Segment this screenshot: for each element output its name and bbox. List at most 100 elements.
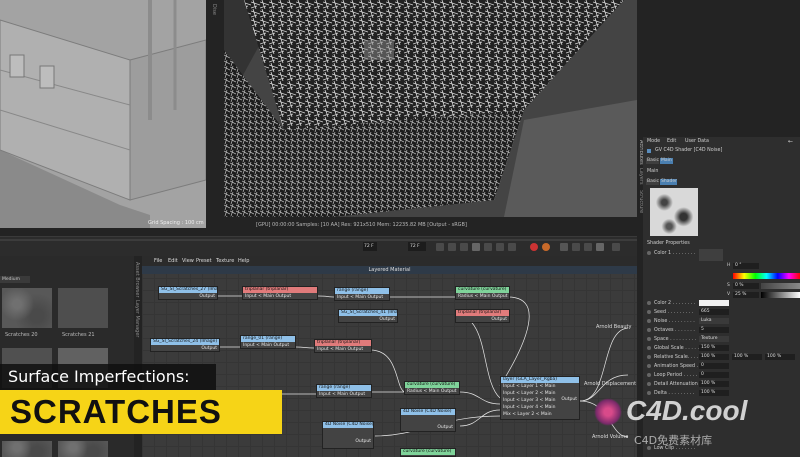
node-range-01[interactable]: range_01 (range) Input < Main Output	[240, 335, 296, 349]
node-port: Output	[491, 317, 507, 322]
tab-basic[interactable]: Basic	[646, 158, 659, 164]
space-dropdown[interactable]: Texture	[699, 336, 729, 342]
node-ports: Radius < Main Output	[458, 294, 508, 299]
node-port: Output	[437, 425, 453, 430]
detail-attenuation-field[interactable]: 100 %	[699, 381, 729, 387]
keyframe-dot-icon[interactable]	[647, 381, 651, 386]
attr-detail-attenuation[interactable]: Detail Attenuation . .	[647, 381, 704, 388]
octaves-field[interactable]: 5	[699, 327, 729, 333]
node-title: curvature (curvature)	[401, 449, 455, 455]
node-image-scratches-24[interactable]: SG_SI_Scratches_24 (Image) Output	[150, 338, 220, 352]
port-arnold-volume[interactable]: Arnold Volume	[592, 434, 628, 440]
attr-loop-period[interactable]: Loop Period . . . . .	[647, 372, 697, 379]
node-triplanar[interactable]: triplanar (triplanar) Input < Main Outpu…	[314, 339, 372, 353]
node-curvature[interactable]: curvature (curvature) Radius < Main Outp…	[455, 286, 510, 300]
node-ports: Radius < Main Output	[407, 389, 457, 394]
attr-animation-speed[interactable]: Animation Speed . .	[647, 363, 701, 370]
attr-label: Loop Period . . . . .	[654, 373, 698, 378]
attr-label: Relative Scale. . . . .	[654, 355, 702, 360]
attr-color2[interactable]: Color 2 . . . . . . . .	[647, 300, 696, 307]
node-layer[interactable]: layer (GLA_Layer_Rgba) Input < Layer 1 <…	[500, 376, 580, 420]
node-output: Output	[561, 397, 577, 402]
attr-relative-scale[interactable]: Relative Scale. . . . .	[647, 354, 702, 361]
relative-scale-x[interactable]: 100 %	[699, 354, 729, 360]
keyframe-dot-icon[interactable]	[647, 345, 651, 350]
attr-label: Space . . . . . . . . .	[654, 337, 697, 342]
attr-seed[interactable]: Seed . . . . . . . . .	[647, 309, 693, 316]
attr-menu-user-data[interactable]: User Data	[685, 138, 709, 145]
node-title: SG_SI_Scratches_27 (Image)	[159, 287, 218, 293]
back-arrow-icon[interactable]: ←	[788, 138, 793, 145]
relative-scale-y[interactable]: 100 %	[732, 354, 762, 360]
node-image-scratches-41[interactable]: SG_SI_Scratches_41 (Image) Output	[338, 309, 398, 323]
node-curvature[interactable]: curvature (curvature)	[400, 448, 456, 457]
node-title: triplanar (triplanar)	[456, 310, 509, 316]
node-port: Mix < Layer 2 < Main	[503, 412, 552, 417]
saturation-slider[interactable]	[761, 283, 800, 289]
attr-menu-mode[interactable]: Mode	[647, 138, 660, 145]
keyframe-dot-icon[interactable]	[647, 390, 651, 395]
attr-global-scale[interactable]: Global Scale . . . . .	[647, 345, 699, 352]
attr-noise[interactable]: Noise . . . . . . . . .	[647, 318, 695, 325]
keyframe-dot-icon[interactable]	[647, 300, 651, 305]
node-title: curvature (curvature)	[456, 287, 509, 293]
loop-period-field[interactable]: 0	[699, 372, 729, 378]
attr-object-name: GV C4D Shader [C4D Noise]	[655, 148, 723, 153]
shader-icon	[647, 149, 651, 153]
keyframe-dot-icon[interactable]	[647, 318, 651, 323]
seed-field[interactable]: 665	[699, 309, 729, 315]
node-ports: Input < Main Output	[337, 295, 384, 300]
hue-slider[interactable]	[733, 273, 800, 279]
tab-shader[interactable]: Shader	[660, 179, 677, 185]
tab-main[interactable]: Main	[660, 158, 673, 164]
color1-swatch[interactable]	[699, 249, 723, 261]
keyframe-dot-icon[interactable]	[647, 250, 651, 255]
attr-label: Global Scale . . . . .	[654, 346, 699, 351]
node-port: Output	[379, 317, 395, 322]
shader-preview[interactable]	[650, 188, 698, 236]
attr-octaves[interactable]: Octaves . . . . . . .	[647, 327, 695, 334]
relative-scale-z[interactable]: 100 %	[765, 354, 795, 360]
value-slider[interactable]	[761, 292, 800, 298]
node-4d-noise[interactable]: 4D Noise (C4D Noise) Output	[322, 421, 374, 449]
keyframe-dot-icon[interactable]	[647, 372, 651, 377]
animation-speed-field[interactable]: 0	[699, 363, 729, 369]
node-4d-noise[interactable]: 4D Noise (C4D Noise) Output	[400, 408, 456, 432]
hsv-s-value[interactable]: 0 %	[733, 283, 759, 289]
color2-swatch[interactable]	[699, 300, 729, 306]
node-port: Input < Layer 1 < Main	[503, 384, 556, 389]
node-port: Input < Layer 4 < Main	[503, 405, 556, 410]
keyframe-dot-icon[interactable]	[647, 309, 651, 314]
watermark-text: C4D.cool	[626, 395, 748, 426]
node-triplanar[interactable]: triplanar (triplanar) Input < Main Outpu…	[242, 286, 318, 300]
keyframe-dot-icon[interactable]	[647, 363, 651, 368]
noise-dropdown[interactable]: Luka	[699, 318, 729, 324]
hsv-v-value[interactable]: 25 %	[733, 292, 759, 298]
watermark-logo-icon	[594, 398, 622, 426]
node-curvature[interactable]: curvature (curvature) Radius < Main Outp…	[404, 381, 460, 395]
attr-space[interactable]: Space . . . . . . . . .	[647, 336, 696, 343]
cinema4d-window: Grid Spacing : 100 cm Dise [GPU] 00:00:0…	[0, 0, 800, 457]
node-port: Output	[201, 346, 217, 351]
hsv-h-value[interactable]: 0 °	[733, 263, 759, 269]
global-scale-field[interactable]: 150 %	[699, 345, 729, 351]
node-range[interactable]: range (range) Input < Main Output	[334, 287, 390, 301]
attr-menu-edit[interactable]: Edit	[667, 138, 676, 145]
attr-label: Octaves . . . . . . .	[654, 328, 695, 333]
node-range[interactable]: range (range) Input < Main Output	[316, 384, 372, 398]
node-title: 4D Noise (C4D Noise)	[323, 422, 374, 428]
keyframe-dot-icon[interactable]	[647, 354, 651, 359]
keyframe-dot-icon[interactable]	[647, 327, 651, 332]
hsv-s-label: S	[727, 283, 730, 288]
node-triplanar[interactable]: triplanar (triplanar) Output	[455, 309, 510, 323]
attr-label: Detail Attenuation . .	[654, 382, 704, 387]
node-image-scratches-27[interactable]: SG_SI_Scratches_27 (Image) Output	[158, 286, 218, 300]
attr-color1[interactable]: Color 1 . . . . . . . .	[647, 250, 696, 257]
attr-label: Noise . . . . . . . . .	[654, 319, 695, 324]
hsv-h-label: H	[727, 263, 731, 268]
tab-basic-sub[interactable]: Basic	[646, 179, 659, 185]
keyframe-dot-icon[interactable]	[647, 336, 651, 341]
port-arnold-displacement[interactable]: Arnold Displacement	[584, 381, 636, 387]
port-arnold-beauty[interactable]: Arnold Beauty	[596, 324, 631, 330]
node-title: 4D Noise (C4D Noise)	[401, 409, 455, 415]
